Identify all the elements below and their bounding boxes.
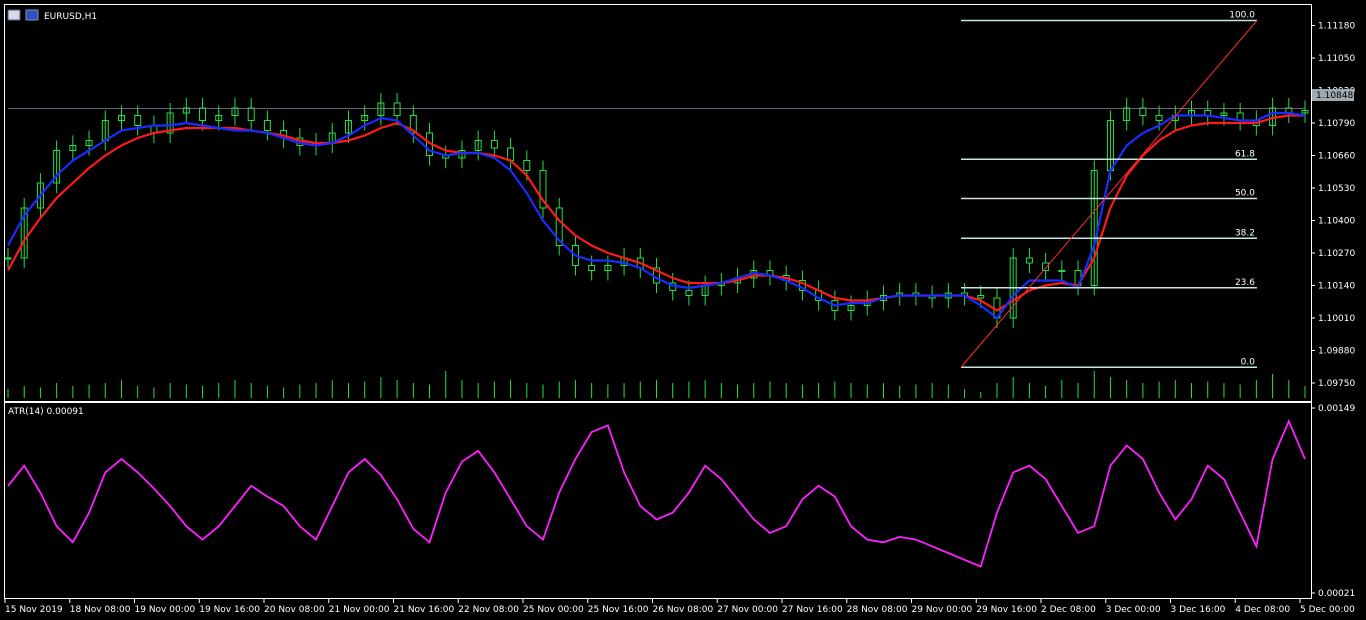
- time-tick-label: 3 Dec 00:00: [1106, 605, 1161, 615]
- fib-level-label: 100.0: [1229, 11, 1255, 21]
- price-tick-label: 1.10400: [1318, 217, 1355, 227]
- chart-settings-icon[interactable]: [25, 9, 39, 21]
- price-tick-label: 1.10530: [1318, 184, 1355, 194]
- price-tick-label: 1.10010: [1318, 314, 1355, 324]
- axes: 1.111801.110501.109201.107901.106601.105…: [4, 22, 1355, 615]
- price-tick-label: 1.10790: [1318, 119, 1355, 129]
- main-panel-frame: [4, 4, 1312, 402]
- time-tick-label: 3 Dec 16:00: [1171, 605, 1226, 615]
- price-tick-label: 1.10140: [1318, 282, 1355, 292]
- trading-chart[interactable]: 100.0 61.8 50.0 38.2 23.6 0.0 1.11180 1.11050 1…: [0, 0, 1366, 620]
- atr-title: ATR(14) 0.00091: [8, 407, 84, 417]
- candle-body: [1042, 262, 1050, 271]
- time-tick-label: 29 Nov 00:00: [912, 605, 973, 615]
- candle-body: [263, 120, 271, 131]
- atr-panel-frame: [4, 402, 1312, 599]
- candle-body: [247, 107, 255, 121]
- time-tick-label: 25 Nov 00:00: [523, 605, 584, 615]
- time-tick-label: 2 Dec 08:00: [1041, 605, 1096, 615]
- time-tick-label: 25 Nov 16:00: [588, 605, 649, 615]
- candle-body: [1139, 107, 1147, 116]
- symbol-title: EURUSD,H1: [44, 12, 97, 22]
- candle-body: [393, 102, 401, 116]
- fibonacci-retracement[interactable]: 100.0 61.8 50.0 38.2 23.6 0.0: [960, 11, 1258, 368]
- time-tick-label: 27 Nov 16:00: [782, 605, 843, 615]
- price-tick-label: 1.09750: [1318, 379, 1355, 389]
- candle-body: [4, 257, 12, 260]
- fib-level-label: 38.2: [1235, 228, 1255, 238]
- time-tick-label: 29 Nov 16:00: [976, 605, 1037, 615]
- price-tick-label: 1.10270: [1318, 249, 1355, 259]
- price-tick-label: 1.10660: [1318, 152, 1355, 162]
- candle-body: [507, 147, 515, 161]
- time-tick-label: 21 Nov 00:00: [329, 605, 390, 615]
- symbol-title-group[interactable]: EURUSD,H1: [7, 9, 97, 22]
- fib-level-label: 0.0: [1241, 357, 1256, 367]
- fib-level-label: 23.6: [1235, 278, 1255, 288]
- candle-body: [199, 107, 207, 121]
- chart-window-icon[interactable]: [7, 9, 21, 21]
- time-tick-label: 28 Nov 08:00: [847, 605, 908, 615]
- candle-body: [490, 140, 498, 149]
- candle-body: [1058, 270, 1066, 272]
- fib-level-label: 61.8: [1235, 149, 1255, 159]
- time-tick-label: 27 Nov 00:00: [717, 605, 778, 615]
- candle-body: [134, 115, 142, 126]
- current-price-tag: 1.10848: [1312, 89, 1354, 101]
- time-tick-label: 5 Dec 00:00: [1300, 605, 1355, 615]
- volume-bars: [7, 371, 1306, 398]
- price-tick-label: 1.11180: [1318, 22, 1355, 32]
- time-tick-label: 21 Nov 16:00: [394, 605, 455, 615]
- atr-series-line: [7, 419, 1306, 568]
- atr-tick-label: 0.00149: [1318, 404, 1355, 414]
- fib-level-label: 50.0: [1235, 189, 1255, 199]
- candle-body: [685, 290, 693, 296]
- time-tick-label: 22 Nov 08:00: [458, 605, 519, 615]
- time-tick-label: 20 Nov 08:00: [264, 605, 325, 615]
- price-tick-label: 1.09880: [1318, 347, 1355, 357]
- candle-body: [1025, 257, 1033, 264]
- time-tick-label: 4 Dec 08:00: [1235, 605, 1290, 615]
- candle-body: [523, 160, 531, 171]
- candle-body: [977, 295, 985, 299]
- candle-body: [588, 265, 596, 271]
- candle-body: [1155, 115, 1163, 121]
- atr-line: [7, 419, 1306, 568]
- time-tick-label: 18 Nov 08:00: [70, 605, 131, 615]
- atr-tick-label: 0.00021: [1318, 589, 1355, 599]
- fib-trend-line: [960, 20, 1258, 368]
- current-price-label: 1.10848: [1316, 91, 1353, 101]
- time-tick-label: 19 Nov 16:00: [199, 605, 260, 615]
- time-tick-label: 15 Nov 2019: [5, 605, 63, 615]
- price-tick-label: 1.11050: [1318, 54, 1355, 64]
- time-tick-label: 19 Nov 00:00: [135, 605, 196, 615]
- time-tick-label: 26 Nov 08:00: [653, 605, 714, 615]
